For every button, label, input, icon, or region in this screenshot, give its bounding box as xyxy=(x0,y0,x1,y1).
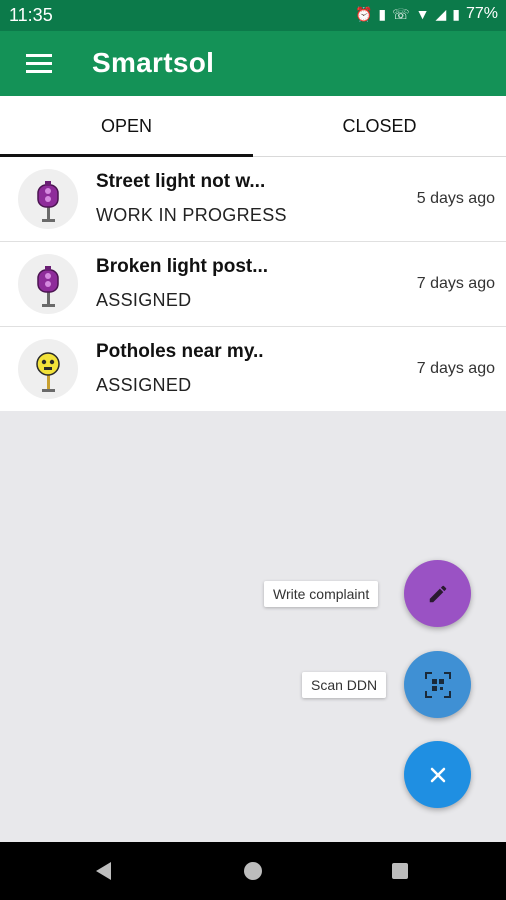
scan-ddn-label[interactable]: Scan DDN xyxy=(302,672,387,698)
wifi-icon: ▼ xyxy=(415,6,430,22)
purple-streetlight-icon xyxy=(18,254,78,314)
menu-icon[interactable] xyxy=(22,51,56,77)
complaint-time: 5 days ago xyxy=(416,190,495,207)
close-icon xyxy=(430,767,445,782)
yellow-streetlight-icon xyxy=(18,339,78,399)
system-nav-bar xyxy=(0,842,506,900)
write-complaint-button[interactable] xyxy=(404,560,471,627)
complaint-time: 7 days ago xyxy=(416,360,495,377)
list-item[interactable]: Street light not w... WORK IN PROGRESS 5… xyxy=(0,157,506,242)
app-title: Smartsol xyxy=(92,47,215,78)
list-item[interactable]: Broken light post... ASSIGNED 7 days ago xyxy=(0,242,506,327)
complaint-time: 7 days ago xyxy=(416,275,495,292)
tab-open[interactable]: OPEN xyxy=(0,96,253,156)
alarm-icon: ⏰ xyxy=(354,5,373,22)
write-complaint-label[interactable]: Write complaint xyxy=(264,581,379,607)
back-icon[interactable] xyxy=(96,862,111,880)
tab-closed[interactable]: CLOSED xyxy=(253,96,506,156)
signal-icon: ◢ xyxy=(435,5,447,22)
complaint-title: Broken light post... xyxy=(96,256,269,277)
tab-bar: OPEN CLOSED xyxy=(0,96,506,157)
vibrate-icon: ▮ xyxy=(378,5,387,22)
pencil-icon xyxy=(429,585,446,602)
battery-icon: ▮ xyxy=(452,5,460,22)
complaint-status: ASSIGNED xyxy=(96,290,192,310)
complaint-status: WORK IN PROGRESS xyxy=(96,205,287,225)
recent-apps-icon[interactable] xyxy=(392,863,408,879)
lte-call-icon: ☏ xyxy=(392,5,410,22)
complaint-status: ASSIGNED xyxy=(96,375,192,395)
purple-streetlight-icon xyxy=(18,169,78,229)
qr-scan-icon xyxy=(424,671,451,698)
complaint-title: Street light not w... xyxy=(96,171,266,192)
app-bar: Smartsol xyxy=(0,31,506,96)
complaint-list: Street light not w... WORK IN PROGRESS 5… xyxy=(0,157,506,411)
close-fab-button[interactable] xyxy=(404,741,471,808)
status-time: 11:35 xyxy=(9,5,53,25)
battery-percent: 77% xyxy=(465,5,498,22)
complaint-title: Potholes near my.. xyxy=(96,341,264,362)
status-icons: ⏰ ▮ ☏ ▼ ◢ ▮ 77% xyxy=(355,5,498,23)
home-icon[interactable] xyxy=(244,862,262,880)
list-item[interactable]: Potholes near my.. ASSIGNED 7 days ago xyxy=(0,327,506,411)
scan-ddn-button[interactable] xyxy=(404,651,471,718)
status-bar: 11:35 ⏰ ▮ ☏ ▼ ◢ ▮ 77% xyxy=(0,0,506,31)
